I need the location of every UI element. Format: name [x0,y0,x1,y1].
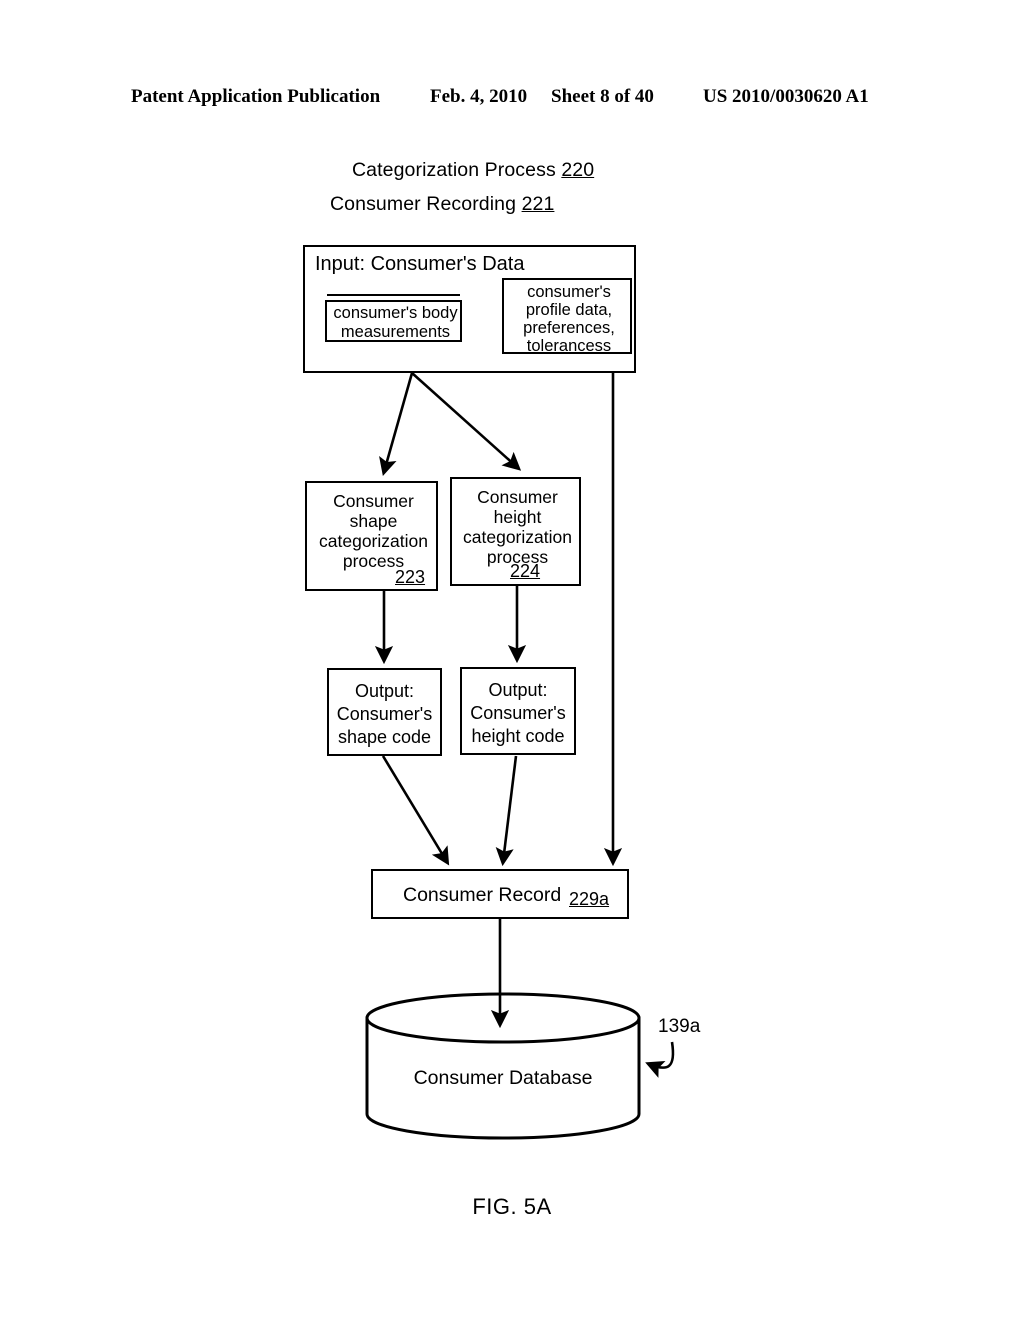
diagram-title-220-ref: 220 [561,159,595,181]
output-consumer-shape-code-label: Output: Consumer's shape code [336,681,433,747]
diagram-title-221-ref: 221 [521,193,555,215]
consumer-height-categorization-process-ref: 224 [510,561,541,581]
figure-caption: FIG. 5A [472,1194,552,1219]
output-consumer-height-code-box: Output: Consumer's height code [460,667,576,755]
leader-139a [645,1041,675,1078]
consumer-record-box: Consumer Record 229a [371,869,629,919]
consumer-height-categorization-process-label: Consumer height categorization process [463,487,572,567]
consumer-body-measurements-box: consumer's body measurements [325,300,462,342]
connector-shape-output-to-record [381,755,450,866]
consumer-record-label: Consumer Record [403,884,562,906]
connector-height-output-to-record [495,755,518,867]
header-publication-label: Patent Application Publication [131,86,381,107]
diagram-title-consumer-recording: Consumer Recording 221 [330,192,554,216]
diagram-title-220-text: Categorization Process [352,159,562,181]
consumer-shape-categorization-process-box: Consumer shape categorization process 22… [305,481,438,591]
input-consumer-data-heading: Input: Consumer's Data [315,253,525,275]
connector-input-to-shape-process [379,372,414,477]
consumer-record-ref: 229a [569,889,610,909]
output-consumer-height-code-label: Output: Consumer's height code [470,680,566,746]
consumer-shape-categorization-process-label: Consumer shape categorization process [319,491,428,571]
consumer-database-label: Consumer Database [413,1067,593,1089]
consumer-shape-categorization-process-ref: 223 [395,567,426,587]
consumer-database-ref: 139a [658,1016,701,1037]
diagram-title-categorization-process: Categorization Process 220 [352,158,594,182]
connector-input-to-height-process [411,372,522,471]
output-consumer-shape-code-box: Output: Consumer's shape code [327,668,442,756]
publication-header: Patent Application Publication Feb. 4, 2… [0,84,1024,110]
header-date-label: Feb. 4, 2010 [430,86,528,107]
document-stack-line [327,294,460,296]
header-patent-number: US 2010/0030620 A1 [703,86,869,107]
diagram-title-221-text: Consumer Recording [330,193,522,215]
consumer-profile-data-label: consumer's profile data, preferences, to… [523,283,615,355]
consumer-height-categorization-process-box: Consumer height categorization process 2… [450,477,581,586]
header-sheet-label: Sheet 8 of 40 [551,86,654,107]
consumer-body-measurements-label: consumer's body measurements [333,304,458,341]
consumer-profile-data-box: consumer's profile data, preferences, to… [502,278,632,355]
